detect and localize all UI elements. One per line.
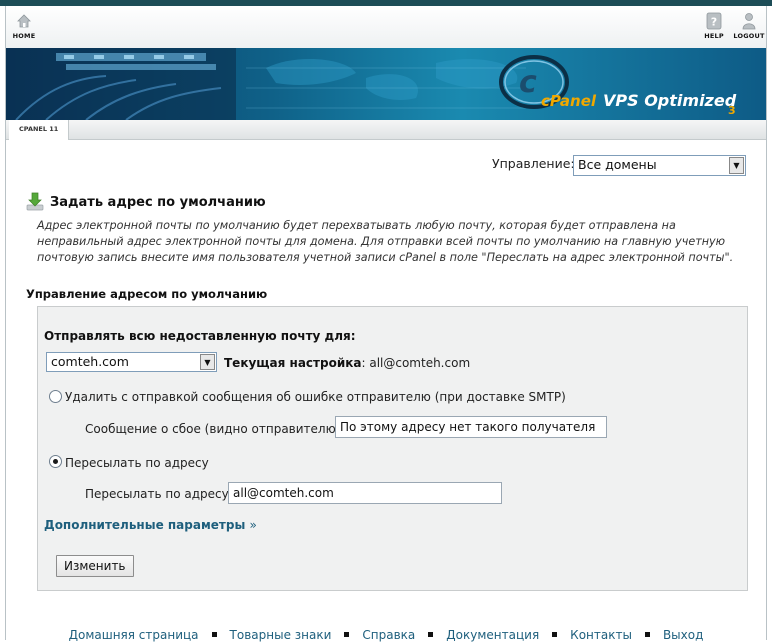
- default-address-panel: Отправлять всю недоставленную почту для:…: [37, 306, 748, 591]
- failure-message-label: Сообщение о сбое (видно отправителю):: [85, 422, 345, 436]
- help-icon: ?: [706, 12, 722, 30]
- send-all-label: Отправлять всю недоставленную почту для:: [44, 329, 356, 343]
- section-title: Управление адресом по умолчанию: [26, 287, 268, 301]
- banner-tagline: VPS Optimized: [603, 91, 737, 110]
- page-heading: Задать адрес по умолчанию: [26, 192, 266, 212]
- svg-text:c: c: [519, 65, 537, 100]
- top-navigation-bar: HOME ? HELP LOGOUT: [6, 6, 766, 48]
- manage-domain-label: Управление:: [492, 156, 575, 171]
- advanced-options-link[interactable]: Дополнительные параметры »: [44, 518, 257, 532]
- forward-address-input[interactable]: all@comteh.com: [228, 482, 502, 504]
- chevron-down-icon[interactable]: ▼: [200, 354, 215, 370]
- footer-separator: [552, 632, 558, 637]
- forward-radio[interactable]: [49, 455, 62, 468]
- manage-domain-select[interactable]: Все домены ▼: [573, 155, 746, 176]
- forward-option-label: Пересылать по адресу: [65, 456, 209, 470]
- domain-selected: comteh.com: [51, 354, 129, 369]
- logout-button[interactable]: LOGOUT: [729, 12, 769, 40]
- help-button[interactable]: ? HELP: [694, 12, 734, 40]
- current-setting-label: Текущая настройка: [224, 356, 362, 370]
- home-button[interactable]: HOME: [4, 12, 44, 40]
- tab-bar: CPANEL 11: [6, 120, 766, 140]
- svg-text:?: ?: [711, 16, 718, 29]
- footer-separator: [211, 632, 217, 637]
- manage-domain-selected: Все домены: [578, 157, 657, 172]
- home-icon: [17, 14, 31, 28]
- failure-message-input[interactable]: По этому адресу нет такого получателя: [335, 416, 607, 438]
- help-label: HELP: [704, 32, 724, 40]
- logout-label: LOGOUT: [733, 32, 765, 40]
- banner-logo-text: cPanel: [541, 92, 597, 110]
- change-button[interactable]: Изменить: [56, 555, 134, 577]
- forward-address-label: Пересылать по адресу:: [85, 487, 233, 501]
- domain-select[interactable]: comteh.com ▼: [46, 352, 217, 372]
- advanced-options-label: Дополнительные параметры: [44, 518, 246, 532]
- banner-version-mark: 3: [728, 104, 736, 117]
- page-description: Адрес электронной почты по умолчанию буд…: [37, 219, 734, 264]
- download-arrow-icon: [26, 192, 44, 211]
- bounce-option-label: Удалить с отправкой сообщения об ошибке …: [65, 390, 566, 404]
- current-setting: Текущая настройка: all@comteh.com: [224, 356, 470, 370]
- logout-icon: [742, 13, 756, 30]
- cpanel-banner: c cPanel VPS Optimized 3: [6, 48, 766, 120]
- chevron-down-icon[interactable]: ▼: [729, 157, 744, 174]
- footer-separator: [644, 632, 650, 637]
- page-title: Задать адрес по умолчанию: [50, 194, 266, 210]
- footer-separator: [344, 632, 350, 637]
- footer-separator: [428, 632, 434, 637]
- page-frame: HOME ? HELP LOGOUT c cPanel VPS Optimize…: [5, 6, 767, 642]
- tab-cpanel-11[interactable]: CPANEL 11: [9, 120, 70, 140]
- double-arrow-icon: »: [249, 518, 257, 532]
- current-setting-value: : all@comteh.com: [361, 356, 471, 370]
- bounce-radio[interactable]: [49, 390, 62, 403]
- home-label: HOME: [12, 32, 36, 40]
